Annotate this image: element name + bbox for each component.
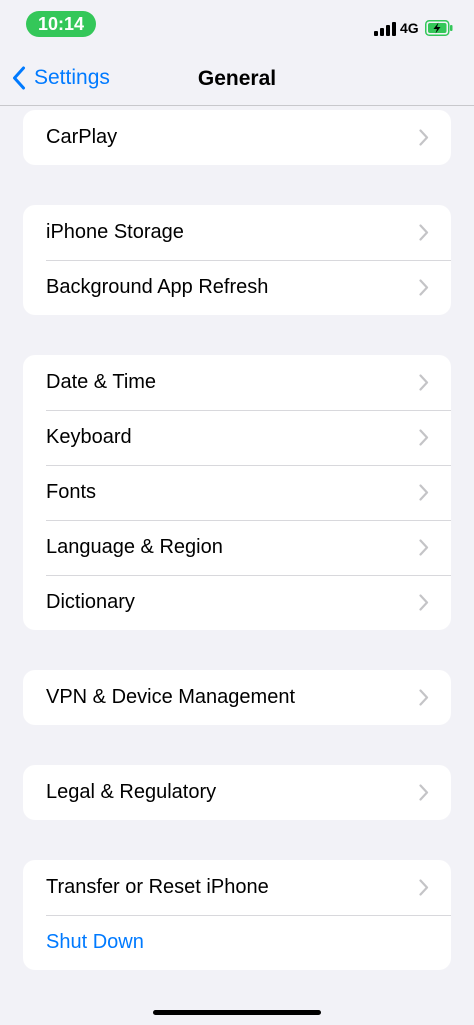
chevron-right-icon (419, 594, 429, 611)
chevron-right-icon (419, 429, 429, 446)
settings-group-carplay: CarPlay (23, 110, 451, 165)
row-label: Fonts (46, 481, 97, 503)
row-label: Language & Region (46, 536, 223, 558)
row-background-app-refresh[interactable]: Background App Refresh (23, 260, 451, 315)
chevron-right-icon (419, 689, 429, 706)
row-vpn-device-management[interactable]: VPN & Device Management (23, 670, 451, 725)
status-time: 10:14 (26, 11, 96, 37)
row-date-time[interactable]: Date & Time (23, 355, 451, 410)
row-keyboard[interactable]: Keyboard (23, 410, 451, 465)
shut-down-button[interactable]: Shut Down (23, 915, 451, 970)
row-fonts[interactable]: Fonts (23, 465, 451, 520)
row-carplay[interactable]: CarPlay (23, 110, 451, 165)
row-transfer-reset-iphone[interactable]: Transfer or Reset iPhone (23, 860, 451, 915)
row-label: Background App Refresh (46, 276, 269, 298)
row-label: VPN & Device Management (46, 686, 296, 708)
status-bar: 10:14 4G (0, 0, 474, 48)
row-label: Date & Time (46, 371, 157, 393)
chevron-right-icon (419, 539, 429, 556)
row-iphone-storage[interactable]: iPhone Storage (23, 205, 451, 260)
page-title: General (197, 67, 277, 90)
settings-group-locale: Date & Time Keyboard Fonts Language & Re… (23, 355, 451, 630)
row-legal-regulatory[interactable]: Legal & Regulatory (23, 765, 451, 820)
home-indicator[interactable] (153, 1010, 321, 1015)
settings-group-storage: iPhone Storage Background App Refresh (23, 205, 451, 315)
row-label: iPhone Storage (46, 221, 184, 243)
row-language-region[interactable]: Language & Region (23, 520, 451, 575)
chevron-right-icon (419, 879, 429, 896)
row-label: Keyboard (46, 426, 132, 448)
row-dictionary[interactable]: Dictionary (23, 575, 451, 630)
row-label: Shut Down (46, 931, 144, 953)
chevron-right-icon (419, 129, 429, 146)
navigation-bar: Settings General (0, 48, 474, 106)
battery-charging-icon (425, 20, 453, 41)
settings-group-reset: Transfer or Reset iPhone Shut Down (23, 860, 451, 970)
row-label: CarPlay (46, 126, 118, 148)
cellular-signal-icon (374, 20, 396, 36)
chevron-right-icon (419, 784, 429, 801)
settings-group-legal: Legal & Regulatory (23, 765, 451, 820)
chevron-right-icon (419, 279, 429, 296)
chevron-right-icon (419, 224, 429, 241)
row-label: Legal & Regulatory (46, 781, 217, 803)
chevron-right-icon (419, 374, 429, 391)
row-label: Dictionary (46, 591, 135, 613)
chevron-right-icon (419, 484, 429, 501)
row-label: Transfer or Reset iPhone (46, 876, 269, 898)
settings-group-vpn: VPN & Device Management (23, 670, 451, 725)
network-type: 4G (400, 20, 419, 36)
